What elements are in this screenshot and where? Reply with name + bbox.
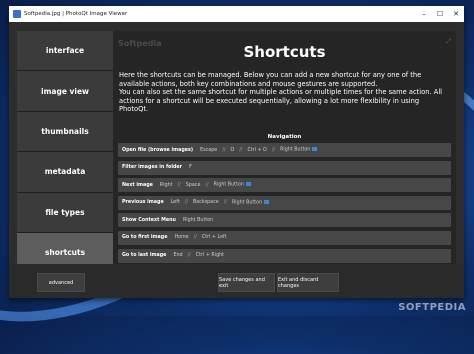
settings-sidebar: interface image view thumbnails metadata…: [17, 31, 113, 274]
shortcut-separator: //: [271, 147, 276, 153]
shortcut-row[interactable]: Go to last image End // Ctrl + Right: [118, 248, 451, 263]
shortcut-combo[interactable]: Right Button: [280, 147, 317, 153]
shortcut-combo[interactable]: Ctrl + O: [247, 148, 266, 153]
discard-and-exit-button[interactable]: Exit and discard changes: [277, 273, 339, 292]
shortcut-combo[interactable]: Home: [174, 235, 188, 240]
advanced-button[interactable]: advanced: [37, 273, 85, 292]
softpedia-watermark: SOFTPEDIA: [398, 302, 466, 313]
sidebar-item-file-types[interactable]: file types: [17, 192, 113, 233]
shortcut-action-label: Go to first image: [122, 235, 168, 241]
window-title: Softpedia.jpg | PhotoQt Image Viewer: [24, 11, 128, 17]
shortcut-combo[interactable]: Right Button: [183, 218, 213, 223]
shortcut-row[interactable]: Previous image Left // Backspace // Right But…: [118, 195, 451, 210]
title-bar[interactable]: Softpedia.jpg | PhotoQt Image Viewer – ☐…: [9, 6, 464, 22]
shortcut-action-label: Open file (browse images): [122, 147, 194, 153]
shortcut-action-label: Next image: [122, 182, 153, 188]
shortcut-combo[interactable]: Escape: [200, 148, 217, 153]
shortcut-separator: //: [239, 147, 243, 153]
window-controls: – ☐ ✕: [416, 6, 464, 22]
description-paragraph: Here the shortcuts can be managed. Below…: [119, 71, 422, 88]
shortcut-separator: //: [222, 147, 226, 153]
save-and-exit-button[interactable]: Save changes and exit: [218, 273, 275, 292]
shortcut-action-label: Previous image: [122, 200, 164, 206]
sidebar-item-metadata[interactable]: metadata: [17, 152, 113, 193]
shortcut-row[interactable]: Show Context Menu Right Button: [118, 213, 451, 228]
shortcut-row[interactable]: Open file (browse images) Escape // O // Ctrl…: [118, 143, 451, 157]
shortcut-row[interactable]: Filter images in folder F: [118, 160, 451, 175]
description-paragraph: You can also set the same shortcut for m…: [119, 88, 443, 114]
shortcut-combo[interactable]: Ctrl + Right: [196, 253, 224, 258]
shortcut-combo[interactable]: Right Button: [232, 200, 269, 206]
shortcut-separator: //: [184, 200, 188, 206]
shortcut-action-label: Go to last image: [122, 253, 167, 259]
maximize-icon[interactable]: ☐: [432, 6, 448, 22]
shortcut-combo[interactable]: Backspace: [193, 200, 219, 205]
app-icon: [13, 10, 21, 18]
minimize-icon[interactable]: –: [416, 6, 432, 22]
shortcut-combo[interactable]: Right: [160, 183, 173, 188]
shortcut-list: Open file (browse images) Escape // O // Ctrl…: [118, 143, 451, 280]
shortcut-row[interactable]: Next image Right // Space // Right Button: [118, 178, 451, 193]
sidebar-item-image-view[interactable]: image view: [17, 71, 113, 112]
shortcut-combo[interactable]: End: [173, 253, 182, 258]
section-title: Navigation: [267, 134, 302, 140]
shortcut-combo[interactable]: Space: [186, 183, 201, 188]
shortcut-combo[interactable]: O: [230, 148, 234, 153]
shortcut-action-label: Show Context Menu: [122, 217, 176, 223]
shortcut-combo[interactable]: Ctrl + Left: [202, 235, 227, 240]
shortcut-separator: //: [223, 200, 227, 206]
settings-content: interface image view thumbnails metadata…: [9, 22, 464, 298]
shortcut-separator: //: [177, 182, 181, 188]
shortcut-action-label: Filter images in folder: [122, 165, 183, 171]
sidebar-item-interface[interactable]: interface: [17, 31, 113, 72]
sidebar-item-thumbnails[interactable]: thumbnails: [17, 111, 113, 153]
page-title: Shortcuts: [243, 43, 326, 61]
shortcut-separator: //: [205, 182, 209, 188]
shortcut-combo[interactable]: Right Button: [214, 182, 251, 188]
shortcut-row[interactable]: Go to first image Home // Ctrl + Left: [118, 230, 451, 245]
bottom-bar: advanced Save changes and exit Exit and …: [9, 264, 464, 298]
app-window: Softpedia.jpg | PhotoQt Image Viewer – ☐…: [9, 6, 464, 298]
shortcut-combo[interactable]: F: [189, 165, 192, 170]
shortcut-separator: //: [187, 253, 191, 259]
page-description: Here the shortcuts can be managed. Below…: [119, 71, 450, 114]
shortcuts-panel: Softpedia ⤢ Shortcuts Here the shortcuts…: [113, 31, 456, 280]
close-icon[interactable]: ✕: [448, 6, 464, 22]
shortcut-combo[interactable]: Left: [171, 200, 180, 205]
shortcut-separator: //: [193, 235, 197, 241]
